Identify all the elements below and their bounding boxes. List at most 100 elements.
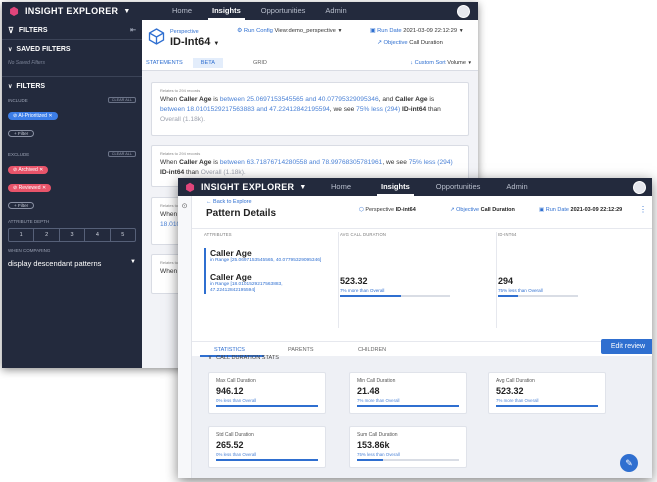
chip-label: Reviewed bbox=[18, 185, 41, 191]
stat-change: 7% more than Overall bbox=[357, 398, 400, 403]
avg-call-duration-column-label: AVG CALL DURATION bbox=[340, 232, 387, 237]
objective-label: Objective bbox=[383, 40, 408, 46]
statement-card[interactable]: Relates to 294 records When Caller Age i… bbox=[151, 82, 469, 136]
objective-display: ↗ Objective Call Duration bbox=[377, 40, 443, 46]
when-comparing-label: WHEN COMPARING bbox=[8, 247, 51, 253]
user-avatar[interactable] bbox=[633, 181, 646, 194]
id-value: 294 bbox=[498, 276, 514, 286]
exclude-add-filter-button[interactable]: + Filter bbox=[8, 202, 35, 209]
metric-name: ID-int64 bbox=[160, 169, 185, 176]
stat-name: Std Call Duration bbox=[216, 432, 254, 438]
depth-option-5[interactable]: 5 bbox=[111, 229, 135, 241]
back-label: Back to Explore bbox=[213, 199, 252, 205]
stat-card-std: Std Call Duration 265.52 0% less than Ov… bbox=[208, 426, 326, 468]
objective-value: Call Duration bbox=[480, 207, 515, 213]
text: is bbox=[211, 159, 220, 166]
depth-option-3[interactable]: 3 bbox=[60, 229, 86, 241]
tab-beta[interactable]: BETA bbox=[192, 57, 223, 68]
records-count: Relates to 294 records bbox=[160, 151, 201, 156]
caret-down-icon: ▼ bbox=[213, 41, 220, 47]
collapse-sidebar-icon[interactable]: ⇤ bbox=[130, 26, 136, 34]
tab-statistics[interactable]: STATISTICS bbox=[214, 347, 245, 353]
nav-opportunities[interactable]: Opportunities bbox=[426, 178, 491, 196]
depth-option-2[interactable]: 2 bbox=[34, 229, 60, 241]
chevron-down-icon: ∨ bbox=[208, 355, 213, 361]
attribute-range: in Range [18.0101529217563883, 47.224128… bbox=[210, 282, 283, 293]
overall-text: Overall (1.18k). bbox=[160, 116, 206, 123]
exclude-chip-reviewed[interactable]: ⊘ Reviewed ✕ bbox=[8, 184, 52, 192]
filters-section-header[interactable]: ∨ FILTERS bbox=[2, 79, 142, 93]
chip-label: AI-Prioritized bbox=[18, 113, 47, 119]
tab-children[interactable]: CHILDREN bbox=[358, 347, 386, 353]
user-avatar[interactable] bbox=[457, 5, 470, 18]
nav-home[interactable]: Home bbox=[321, 178, 361, 196]
avg-call-duration-summary: 523.32 7% more than Overall bbox=[340, 276, 480, 297]
caret-down-icon: ▼ bbox=[458, 28, 464, 34]
divider bbox=[192, 228, 652, 229]
pattern-details-header: ← Back to Explore Pattern Details ⬡ Pers… bbox=[192, 196, 652, 357]
stats-section-title: CALL DURATION STATS bbox=[216, 355, 279, 361]
detail-tabs: STATISTICS PARENTS CHILDREN Edit review bbox=[192, 339, 652, 357]
filter-sidebar: ⊽ FILTERS ⇤ ∨ SAVED FILTERS No Saved Fil… bbox=[2, 20, 142, 368]
app-logo-icon: ⬢ bbox=[185, 181, 195, 194]
collapsed-sidebar: ⊙ bbox=[178, 196, 192, 478]
text: is bbox=[211, 96, 220, 103]
nav-admin[interactable]: Admin bbox=[315, 2, 356, 20]
run-date-label: Run Date bbox=[377, 28, 402, 34]
id-comparison-bar bbox=[498, 295, 578, 297]
depth-option-1[interactable]: 1 bbox=[9, 229, 35, 241]
saved-filters-header[interactable]: ∨ SAVED FILTERS bbox=[2, 42, 142, 56]
nav-insights[interactable]: Insights bbox=[202, 2, 251, 20]
range-link: between 25.0697153545565 and 40.07795329… bbox=[219, 96, 379, 103]
custom-sort-select[interactable]: ↓ Custom Sort Volume ▼ bbox=[410, 60, 472, 66]
edit-review-button[interactable]: Edit review bbox=[601, 339, 652, 354]
run-config-selector[interactable]: ⚙ Run Config View:demo_perspective ▼ bbox=[237, 28, 343, 34]
app-name: INSIGHT EXPLORER bbox=[201, 182, 295, 192]
nav-home[interactable]: Home bbox=[162, 2, 202, 20]
divider bbox=[338, 232, 339, 328]
edit-pencil-fab-icon[interactable]: ✎ bbox=[620, 454, 638, 472]
depth-option-4[interactable]: 4 bbox=[85, 229, 111, 241]
app-logo-icon: ⬢ bbox=[9, 5, 19, 18]
cube-icon: ⬡ bbox=[359, 207, 364, 213]
include-add-filter-button[interactable]: + Filter bbox=[8, 130, 35, 137]
nav-admin[interactable]: Admin bbox=[496, 178, 537, 196]
run-date-selector[interactable]: ▣ Run Date 2021-03-09 22:12:29 ▼ bbox=[370, 28, 464, 34]
more-options-icon[interactable]: ⋮ bbox=[639, 205, 647, 214]
exclude-chip-archived[interactable]: ⊘ Archived ✕ bbox=[8, 166, 49, 174]
back-to-explore-link[interactable]: ← Back to Explore bbox=[206, 199, 252, 205]
filter-toggle-icon[interactable]: ⊙ bbox=[178, 202, 191, 210]
exclude-clear-all-button[interactable]: CLEAR ALL bbox=[107, 151, 136, 157]
stat-bar-fill bbox=[357, 459, 383, 461]
stat-value: 523.32 bbox=[496, 386, 524, 396]
chip-label: Archived bbox=[18, 167, 38, 173]
text: than bbox=[426, 106, 441, 113]
app-menu-chevron-down-icon[interactable]: ▼ bbox=[299, 184, 306, 191]
tab-grid[interactable]: GRID bbox=[253, 60, 267, 66]
app-menu-chevron-down-icon[interactable]: ▼ bbox=[123, 8, 130, 15]
nav-insights[interactable]: Insights bbox=[371, 178, 420, 196]
perspective-value: ID-int64 bbox=[395, 207, 416, 213]
overall-text: Overall (1.18k). bbox=[200, 169, 246, 176]
stat-bar-fill bbox=[216, 459, 318, 461]
run-date-value: 2021-03-09 22:12:29 bbox=[403, 28, 458, 34]
caret-down-icon: ▼ bbox=[467, 59, 472, 65]
top-bar: ⬢ INSIGHT EXPLORER ▼ Home Insights Oppor… bbox=[178, 178, 652, 196]
attribute-name: Caller Age bbox=[179, 159, 212, 166]
text: , and bbox=[378, 96, 396, 103]
caret-down-icon: ▼ bbox=[130, 259, 136, 265]
compare-mode-select[interactable]: display descendant patterns ▼ bbox=[2, 259, 142, 268]
include-row: INCLUDE CLEAR ALL bbox=[2, 96, 142, 104]
perspective-select[interactable]: ID-Int64 ▼ bbox=[170, 36, 219, 48]
tab-statements[interactable]: STATEMENTS bbox=[142, 60, 187, 66]
stats-section-header[interactable]: ∨ CALL DURATION STATS bbox=[208, 355, 279, 361]
tab-parents[interactable]: PARENTS bbox=[288, 347, 314, 353]
stat-bar-fill bbox=[216, 405, 318, 407]
page-title: Pattern Details bbox=[206, 208, 277, 219]
id-comparison-bar-fill bbox=[498, 295, 518, 297]
chevron-down-icon: ∨ bbox=[8, 83, 13, 90]
nav-opportunities[interactable]: Opportunities bbox=[251, 2, 316, 20]
text: , we see bbox=[382, 159, 409, 166]
include-clear-all-button[interactable]: CLEAR ALL bbox=[107, 97, 136, 103]
include-chip-ai-prioritized[interactable]: ⊘ AI-Prioritized ✕ bbox=[8, 112, 58, 120]
